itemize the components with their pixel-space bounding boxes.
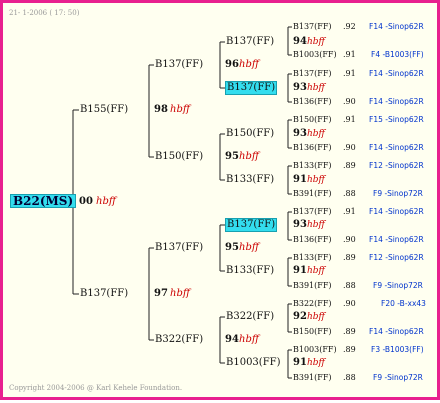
gen2-node-2: B137(FF) — [80, 288, 129, 299]
gen4-score-1: 94 — [293, 36, 307, 47]
gen5-mate-6: F14 -Sinop62R — [369, 143, 424, 152]
gen5-num-16: .88 — [343, 373, 356, 382]
gen5-num-5: .91 — [343, 115, 356, 124]
gen5-node-11: B133(FF) — [293, 253, 332, 262]
gen5-num-4: .90 — [343, 97, 356, 106]
gen4-score-2: 93 — [293, 82, 307, 93]
gen4-code-3: hbff — [307, 129, 325, 139]
gen5-node-15: B1003(FF) — [293, 345, 337, 354]
gen3-code-3: hbff — [239, 242, 259, 253]
gen4-node-2: B137(FF) — [225, 81, 278, 95]
gen5-mate-14: F14 -Sinop62R — [369, 327, 424, 336]
gen3-score-2: 95 — [225, 151, 239, 162]
gen5-mate-15: F3 -B1003(FF) — [371, 345, 424, 354]
gen4-node-1: B137(FF) — [226, 36, 275, 47]
timestamp: 21- 1-2006 ( 17: 50) — [9, 9, 80, 17]
gen5-node-8: B391(FF) — [293, 189, 332, 198]
gen5-node-4: B136(FF) — [293, 97, 332, 106]
gen5-mate-10: F14 -Sinop62R — [369, 235, 424, 244]
gen3-score-4: 94 — [225, 334, 239, 345]
gen4-node-4: B133(FF) — [226, 174, 275, 185]
gen5-num-15: .89 — [343, 345, 356, 354]
gen2-code-1: hbff — [170, 104, 190, 115]
gen5-node-14: B150(FF) — [293, 327, 332, 336]
gen5-mate-12: F9 -Sinop72R — [373, 281, 423, 290]
gen4-score-4: 91 — [293, 174, 307, 185]
gen5-mate-4: F14 -Sinop62R — [369, 97, 424, 106]
gen5-node-3: B137(FF) — [293, 69, 332, 78]
gen4-node-7: B322(FF) — [226, 311, 275, 322]
gen4-score-7: 92 — [293, 311, 307, 322]
pedigree-frame: 21- 1-2006 ( 17: 50) B22(MS) 00 hbff B15… — [0, 0, 440, 400]
root-score: 00 — [79, 196, 93, 207]
gen4-code-6: hbff — [307, 266, 325, 276]
root-node: B22(MS) — [10, 194, 77, 208]
gen5-num-3: .91 — [343, 69, 356, 78]
gen5-num-13: .90 — [343, 299, 356, 308]
gen4-node-3: B150(FF) — [226, 128, 275, 139]
gen5-num-2: .91 — [343, 50, 356, 59]
gen2-score-1: 98 — [154, 104, 168, 115]
gen5-mate-7: F12 -Sinop62R — [369, 161, 424, 170]
gen3-code-4: hbff — [239, 334, 259, 345]
gen5-node-7: B133(FF) — [293, 161, 332, 170]
gen5-node-5: B150(FF) — [293, 115, 332, 124]
gen5-node-2: B1003(FF) — [293, 50, 337, 59]
gen5-num-14: .89 — [343, 327, 356, 336]
gen2-score-2: 97 — [154, 288, 168, 299]
gen5-node-1: B137(FF) — [293, 22, 332, 31]
gen4-score-5: 93 — [293, 219, 307, 230]
gen5-mate-9: F14 -Sinop62R — [369, 207, 424, 216]
gen4-score-8: 91 — [293, 357, 307, 368]
gen4-node-6: B133(FF) — [226, 265, 275, 276]
gen5-node-10: B136(FF) — [293, 235, 332, 244]
gen3-code-2: hbff — [239, 151, 259, 162]
gen5-node-12: B391(FF) — [293, 281, 332, 290]
gen3-node-3: B137(FF) — [155, 242, 204, 253]
gen5-mate-5: F15 -Sinop62R — [369, 115, 424, 124]
gen3-node-1: B137(FF) — [155, 59, 204, 70]
gen5-mate-3: F14 -Sinop62R — [369, 69, 424, 78]
gen5-num-9: .91 — [343, 207, 356, 216]
gen5-num-11: .89 — [343, 253, 356, 262]
copyright-footer: Copyright 2004-2006 @ Karl Kehele Founda… — [9, 384, 183, 392]
gen4-score-3: 93 — [293, 128, 307, 139]
gen5-num-6: .90 — [343, 143, 356, 152]
gen5-node-6: B136(FF) — [293, 143, 332, 152]
gen5-mate-8: F9 -Sinop72R — [373, 189, 423, 198]
gen2-code-2: hbff — [170, 288, 190, 299]
gen3-score-1: 96 — [225, 59, 239, 70]
gen4-code-2: hbff — [307, 83, 325, 93]
gen4-code-5: hbff — [307, 220, 325, 230]
gen5-num-7: .89 — [343, 161, 356, 170]
gen5-num-1: .92 — [343, 22, 356, 31]
gen5-mate-11: F12 -Sinop62R — [369, 253, 424, 262]
gen3-code-1: hbff — [239, 59, 259, 70]
root-code: hbff — [96, 196, 116, 207]
gen5-mate-13: F20 -B-xx43 — [381, 299, 426, 308]
gen4-score-6: 91 — [293, 265, 307, 276]
gen4-code-7: hbff — [307, 312, 325, 322]
gen4-code-8: hbff — [307, 358, 325, 368]
gen4-code-1: hbff — [307, 37, 325, 47]
gen5-mate-16: F9 -Sinop72R — [373, 373, 423, 382]
gen5-mate-1: F14 -Sinop62R — [369, 22, 424, 31]
gen2-node-1: B155(FF) — [80, 104, 129, 115]
gen3-score-3: 95 — [225, 242, 239, 253]
gen3-node-2: B150(FF) — [155, 151, 204, 162]
gen3-node-4: B322(FF) — [155, 334, 204, 345]
gen5-node-16: B391(FF) — [293, 373, 332, 382]
gen5-node-13: B322(FF) — [293, 299, 332, 308]
gen4-node-5: B137(FF) — [225, 218, 278, 232]
gen5-num-12: .88 — [343, 281, 356, 290]
gen4-node-8: B1003(FF) — [226, 357, 281, 368]
gen4-code-4: hbff — [307, 175, 325, 185]
gen5-num-10: .90 — [343, 235, 356, 244]
gen5-num-8: .88 — [343, 189, 356, 198]
gen5-mate-2: F4 -B1003(FF) — [371, 50, 424, 59]
gen5-node-9: B137(FF) — [293, 207, 332, 216]
